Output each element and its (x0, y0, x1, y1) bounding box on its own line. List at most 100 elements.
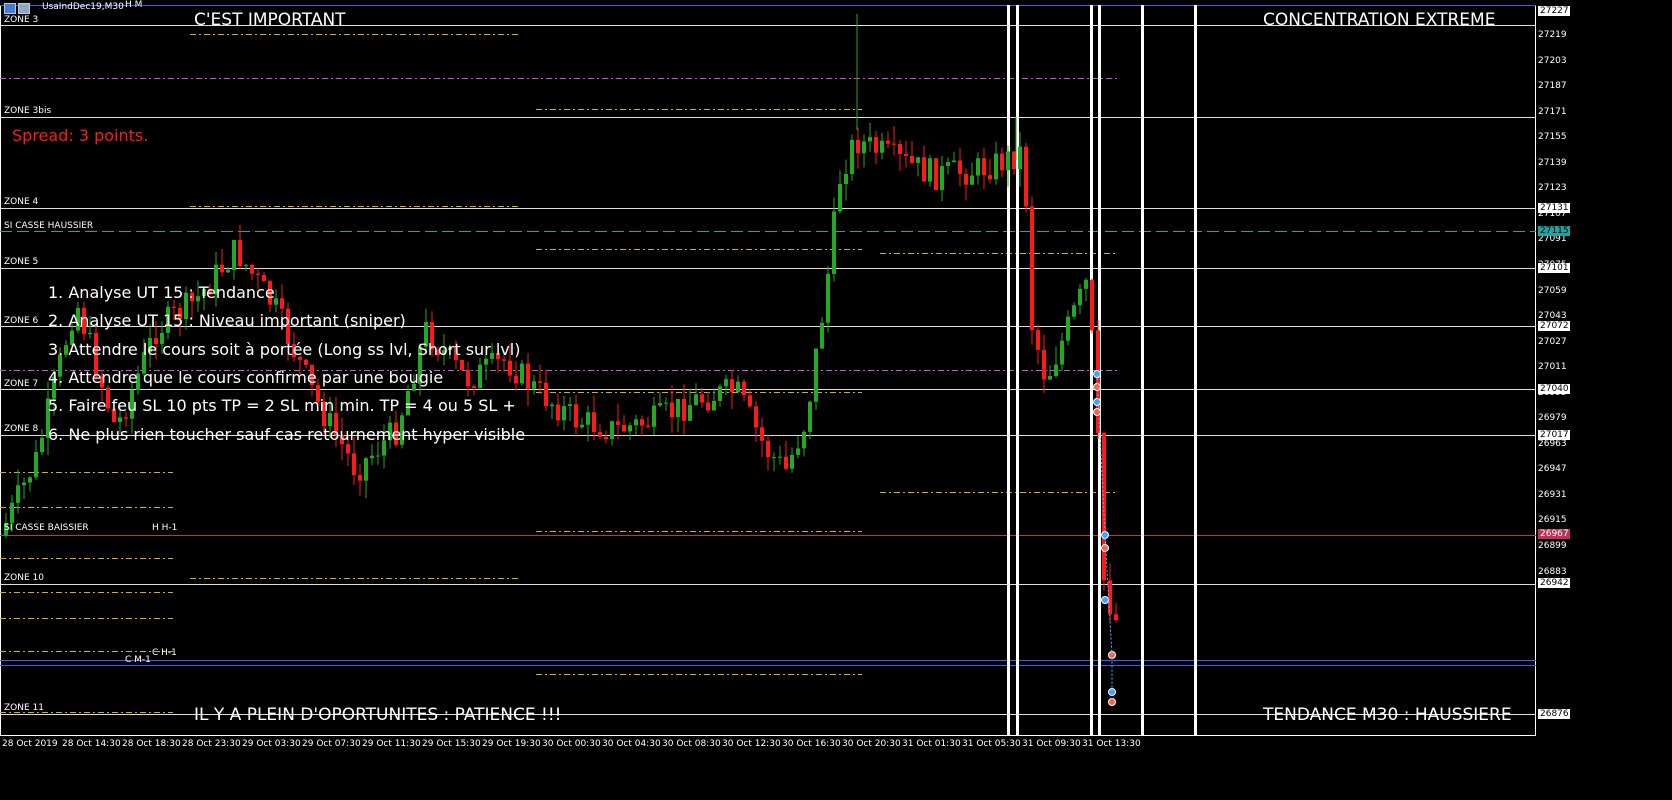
candle-bearish (988, 175, 992, 180)
candle-bullish (976, 158, 980, 176)
candle-bullish (478, 364, 482, 389)
candle-bullish (778, 456, 782, 458)
vertical-marker-line (1141, 5, 1144, 735)
chart-window-title-bar[interactable]: UsaIndDec19,M30 (0, 0, 200, 14)
candle-bullish (1060, 340, 1064, 365)
price-axis-label: 26883 (1538, 566, 1567, 577)
candle-bearish (910, 155, 914, 163)
time-axis-label: 29 Oct 19:30 (482, 739, 541, 749)
time-axis-label: 28 Oct 23:30 (182, 739, 241, 749)
candle-bearish (556, 404, 560, 421)
note-concentration: CONCENTRATION EXTREME (1263, 10, 1496, 30)
candle-bearish (472, 386, 476, 389)
zone-label-10: ZONE 10 (4, 573, 44, 583)
candle-bearish (616, 421, 620, 425)
period-marker: H M (125, 0, 143, 10)
candle-bullish (628, 425, 632, 432)
candle-bearish (1042, 349, 1046, 380)
price-tag-26967: 26967 (1538, 529, 1570, 539)
rule-5: 5. Faire feu SL 10 pts TP = 2 SL min min… (48, 396, 516, 415)
price-axis-label: 26947 (1538, 464, 1567, 475)
candle-bullish (1054, 364, 1058, 376)
price-tag-26942: 26942 (1538, 578, 1570, 588)
candle-bullish (232, 239, 236, 270)
candle-bearish (1030, 206, 1034, 331)
zone-label-si-casse-baissier: SI CASSE BAISSIER (4, 523, 89, 533)
candle-bullish (832, 211, 836, 274)
zone-label-si-casse-haussier: SI CASSE HAUSSIER (4, 221, 94, 231)
candle-bearish (172, 306, 176, 308)
trade-marker (1093, 398, 1101, 406)
candle-bearish (742, 381, 746, 396)
time-axis-label: 30 Oct 04:30 (602, 739, 661, 749)
price-tag-27040: 27040 (1538, 384, 1570, 394)
candle-bullish (724, 379, 728, 387)
candle-bullish (664, 402, 668, 404)
rule-3: 3. Attendre le cours soit à portée (Long… (48, 340, 521, 359)
candle-bearish (886, 140, 890, 144)
candle-bullish (850, 139, 854, 174)
time-axis-label: 29 Oct 03:30 (242, 739, 301, 749)
candle-bearish (346, 444, 350, 454)
price-axis-label: 26963 (1538, 438, 1567, 449)
candle-bullish (814, 348, 818, 402)
price-axis-label: 26915 (1538, 515, 1567, 526)
candle-bullish (838, 184, 842, 212)
candle-bullish (1084, 279, 1088, 289)
candle-bullish (1066, 316, 1070, 341)
candle-bullish (226, 269, 230, 273)
candle-bullish (718, 386, 722, 401)
candle-bearish (220, 264, 224, 273)
time-axis-label: 31 Oct 01:30 (902, 739, 961, 749)
zone-label-6: ZONE 6 (4, 316, 39, 326)
price-axis-label: 26931 (1538, 489, 1567, 500)
time-axis-label: 29 Oct 11:30 (362, 739, 421, 749)
candle-bullish (658, 403, 662, 406)
candle-bearish (1108, 580, 1112, 615)
candle-bullish (22, 482, 26, 486)
candle-bearish (682, 399, 686, 421)
candle-bullish (580, 424, 584, 428)
candle-bullish (970, 175, 974, 185)
candle-bearish (1114, 614, 1118, 621)
spread-info: Spread: 3 points. (12, 126, 149, 145)
candle-bullish (676, 399, 680, 418)
candle-bullish (796, 448, 800, 455)
candle-bearish (904, 153, 908, 156)
candle-bearish (466, 369, 470, 387)
candle-bearish (256, 273, 260, 275)
candle-bullish (370, 455, 374, 459)
time-axis-label: 30 Oct 08:30 (662, 739, 721, 749)
time-axis-label: 30 Oct 20:30 (842, 739, 901, 749)
price-tag-27115: 27115 (1538, 226, 1570, 236)
price-tag-26876: 26876 (1538, 709, 1570, 719)
price-axis-label: 26899 (1538, 541, 1567, 551)
candle-bearish (922, 157, 926, 182)
vertical-marker-line (1007, 5, 1010, 735)
chart-window-title: UsaIndDec19,M30 (42, 2, 124, 12)
price-axis-label: 27139 (1538, 157, 1567, 168)
candle-bearish (502, 359, 506, 361)
candle-bullish (10, 502, 14, 523)
candle-bearish (646, 425, 650, 427)
candle-bullish (952, 160, 956, 163)
candle-bullish (994, 153, 998, 180)
price-axis-label: 27059 (1538, 285, 1567, 296)
vertical-marker-line (1090, 5, 1093, 735)
candle-bearish (592, 412, 596, 433)
candle-bearish (280, 298, 284, 309)
rule-1: 1. Analyse UT 15 : Tendance (48, 283, 275, 302)
candle-bullish (40, 437, 44, 453)
candle-bearish (760, 427, 764, 441)
candle-bearish (730, 379, 734, 392)
time-axis-label: 31 Oct 09:30 (1022, 739, 1081, 749)
time-axis-label: 28 Oct 18:30 (122, 739, 181, 749)
candle-bullish (826, 273, 830, 323)
price-tag-27072: 27072 (1538, 321, 1570, 331)
note-trend: TENDANCE M30 : HAUSSIERE (1263, 705, 1512, 725)
price-axis-label: 27123 (1538, 183, 1567, 194)
candle-bullish (1006, 151, 1010, 171)
candle-bearish (892, 143, 896, 145)
rule-6: 6. Ne plus rien toucher sauf cas retourn… (48, 425, 526, 444)
candle-bullish (88, 332, 92, 335)
